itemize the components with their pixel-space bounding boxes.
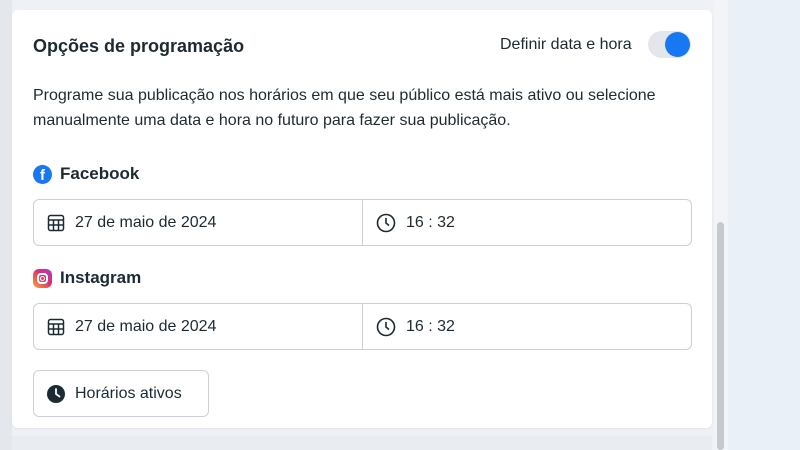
- clock-outline-icon: [376, 317, 396, 336]
- facebook-date-field[interactable]: 27 de maio de 2024: [34, 200, 363, 245]
- instagram-date-value: 27 de maio de 2024: [75, 317, 217, 335]
- next-card-edge: [12, 436, 712, 450]
- instagram-time-value: 16 : 32: [406, 317, 455, 335]
- left-panel-edge: [0, 0, 12, 450]
- instagram-date-field[interactable]: 27 de maio de 2024: [34, 304, 363, 349]
- facebook-time-value: 16 : 32: [406, 213, 455, 231]
- toggle-knob: [665, 32, 690, 57]
- calendar-icon: [47, 318, 65, 335]
- facebook-schedule-row: 27 de maio de 2024 16 : 32: [33, 199, 692, 246]
- instagram-schedule-row: 27 de maio de 2024 16 : 32: [33, 303, 692, 350]
- active-times-button[interactable]: Horários ativos: [33, 370, 209, 417]
- facebook-section-header: f Facebook: [33, 164, 139, 184]
- active-times-label: Horários ativos: [75, 384, 182, 402]
- set-date-time-label: Definir data e hora: [500, 36, 632, 53]
- clock-icon: [47, 384, 65, 403]
- right-preview-pane: [728, 0, 800, 450]
- instagram-label: Instagram: [60, 268, 142, 287]
- set-date-time-toggle[interactable]: [648, 31, 691, 58]
- instagram-section-header: Instagram: [33, 268, 141, 288]
- instagram-time-field[interactable]: 16 : 32: [363, 304, 691, 349]
- section-title: Opções de programação: [33, 36, 245, 56]
- facebook-icon: f: [33, 164, 52, 184]
- clock-outline-icon: [376, 213, 396, 232]
- scrollbar-thumb[interactable]: [717, 222, 724, 450]
- facebook-date-value: 27 de maio de 2024: [75, 213, 217, 231]
- calendar-icon: [47, 214, 65, 231]
- scheduling-description: Programe sua publicação nos horários em …: [33, 87, 656, 129]
- facebook-label: Facebook: [60, 164, 140, 183]
- scheduling-options-card: Opções de programação Definir data e hor…: [12, 10, 712, 428]
- instagram-icon: [33, 268, 52, 288]
- facebook-time-field[interactable]: 16 : 32: [363, 200, 691, 245]
